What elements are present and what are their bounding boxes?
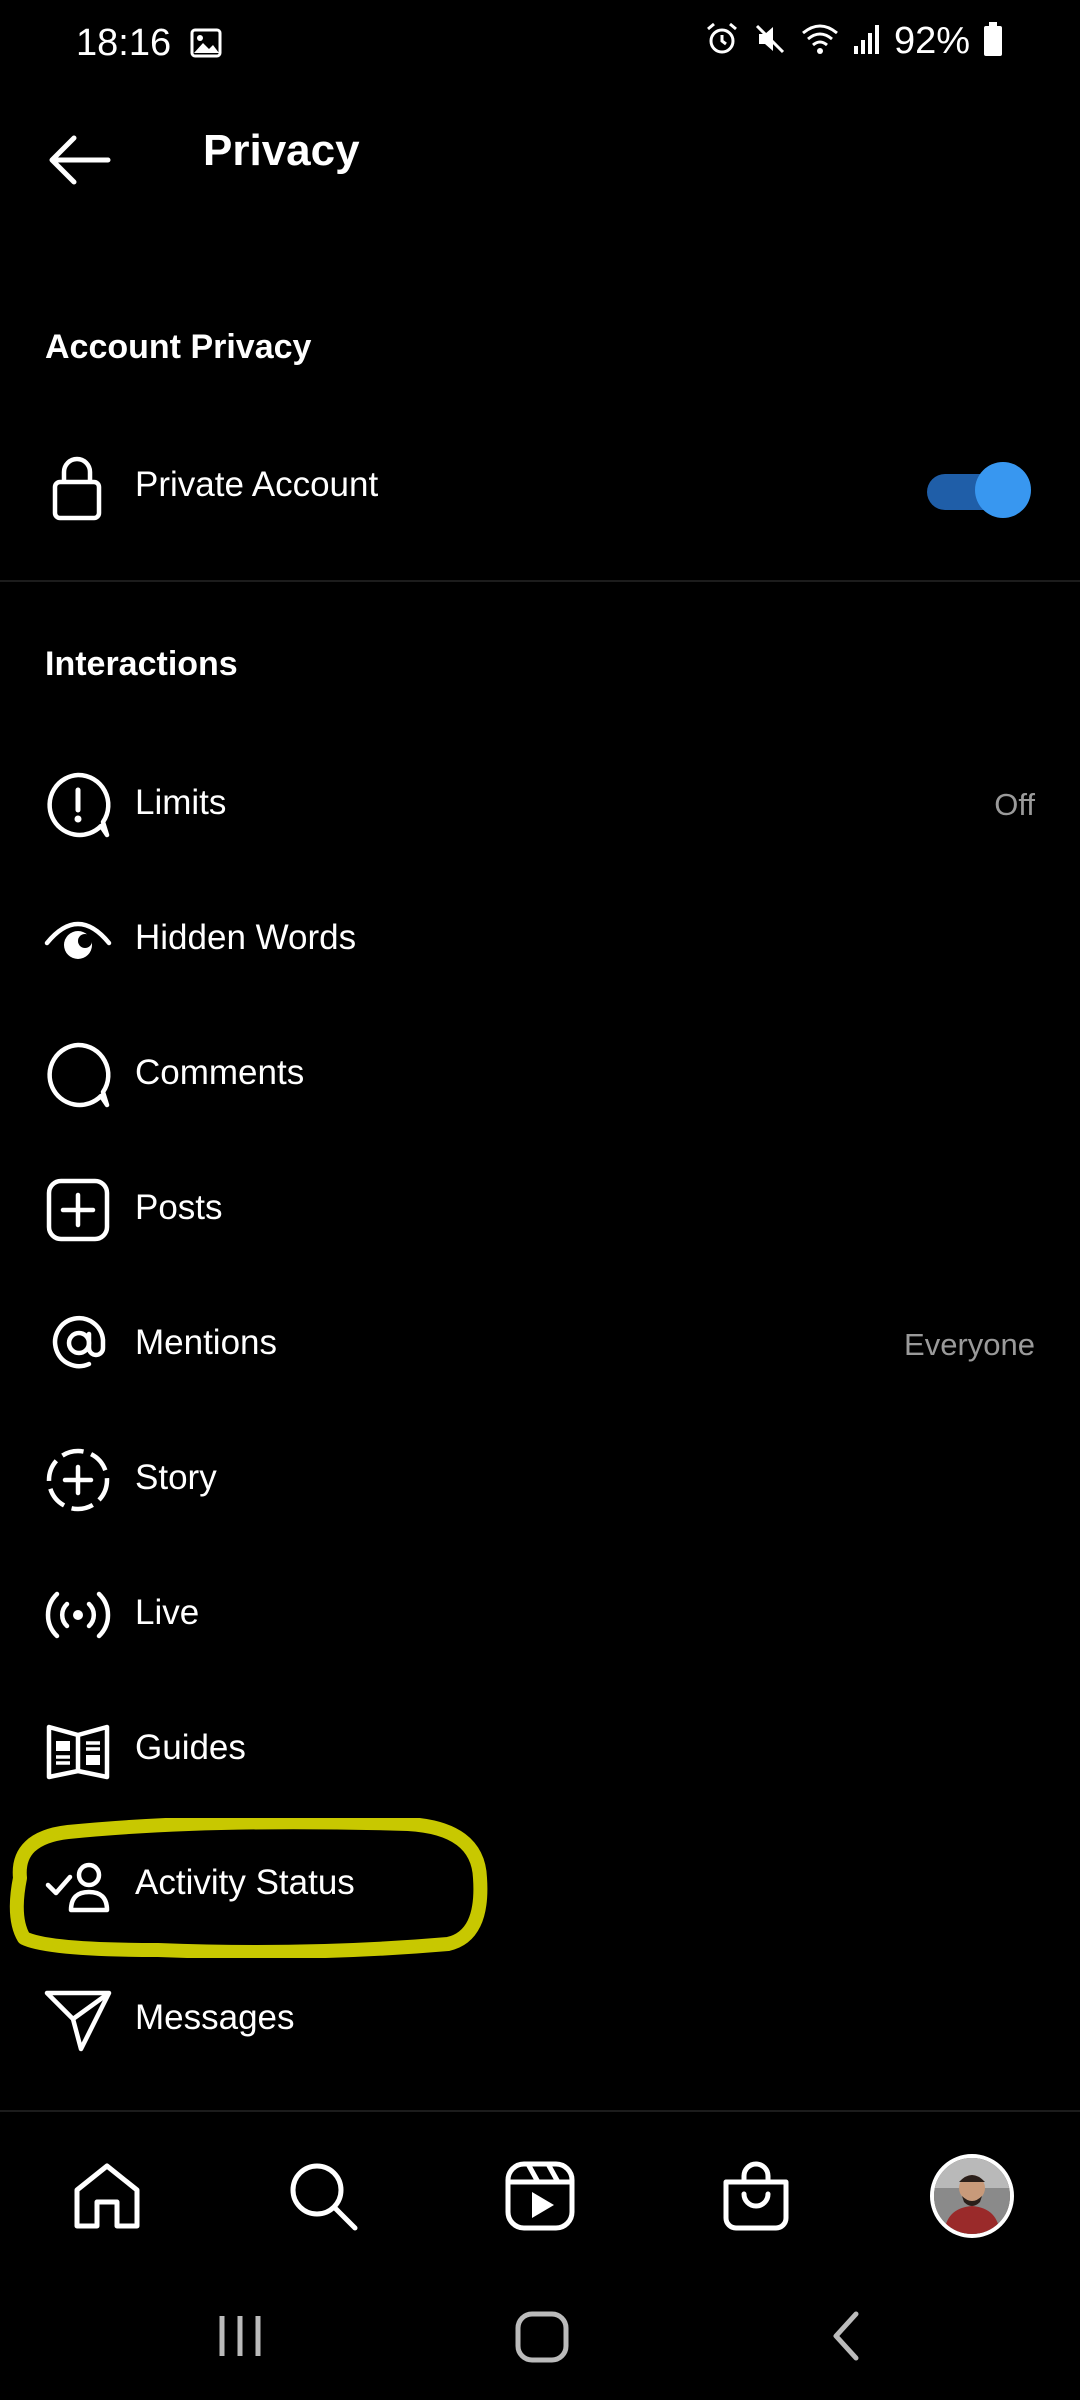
back-arrow-icon[interactable] [44, 130, 114, 190]
posts-label: Posts [135, 1188, 223, 1227]
live-row[interactable]: Live [0, 1548, 1080, 1683]
mentions-label: Mentions [135, 1323, 278, 1362]
story-label: Story [135, 1458, 217, 1497]
recent-apps-icon[interactable] [216, 2306, 264, 2371]
bottom-nav [0, 2112, 1080, 2272]
mute-icon [752, 21, 788, 62]
search-icon[interactable] [285, 2158, 361, 2234]
status-bar: 18:16 92% [0, 0, 1080, 92]
section-title-interactions: Interactions [45, 645, 238, 683]
reels-icon[interactable] [502, 2158, 578, 2234]
divider [0, 580, 1080, 582]
mentions-value: Everyone [904, 1327, 1035, 1362]
hidden-words-label: Hidden Words [135, 918, 357, 957]
private-account-row[interactable]: Private Account [0, 420, 1080, 555]
limits-label: Limits [135, 783, 227, 822]
comments-label: Comments [135, 1053, 305, 1092]
activity-status-icon [43, 1850, 113, 1920]
mentions-row[interactable]: Mentions Everyone [0, 1278, 1080, 1413]
lock-icon [43, 452, 113, 522]
comments-row[interactable]: Comments [0, 1008, 1080, 1143]
gallery-notification-icon [190, 28, 222, 63]
page-title: Privacy [203, 126, 360, 175]
shop-icon[interactable] [718, 2158, 794, 2234]
status-icons: 92% [704, 20, 1004, 63]
profile-avatar[interactable] [930, 2154, 1014, 2238]
signal-icon [852, 22, 882, 61]
plus-square-icon [43, 1175, 113, 1245]
guides-row[interactable]: Guides [0, 1683, 1080, 1818]
live-icon [43, 1580, 113, 1650]
alarm-icon [704, 21, 740, 62]
hidden-words-row[interactable]: Hidden Words [0, 873, 1080, 1008]
back-button-icon[interactable] [826, 2306, 866, 2371]
private-account-toggle[interactable] [921, 462, 1031, 518]
activity-status-row[interactable]: Activity Status [0, 1818, 1080, 1953]
guides-icon [43, 1715, 113, 1785]
battery-icon [982, 21, 1004, 62]
toggle-knob [975, 462, 1031, 518]
messages-label: Messages [135, 1998, 295, 2037]
battery-percentage: 92% [893, 20, 970, 62]
header: Privacy [0, 92, 1080, 222]
messages-row[interactable]: Messages [0, 1953, 1080, 2088]
hidden-words-icon [43, 905, 113, 975]
system-nav-bar [0, 2272, 1080, 2400]
limits-value: Off [994, 787, 1035, 822]
limits-icon [43, 770, 113, 840]
live-label: Live [135, 1593, 200, 1632]
private-account-label: Private Account [135, 465, 379, 504]
guides-label: Guides [135, 1728, 246, 1767]
story-row[interactable]: Story [0, 1413, 1080, 1548]
activity-status-label: Activity Status [135, 1863, 355, 1902]
home-button-icon[interactable] [514, 2306, 570, 2371]
send-icon [43, 1985, 113, 2055]
status-time: 18:16 [76, 22, 172, 64]
section-title-account-privacy: Account Privacy [45, 328, 312, 366]
posts-row[interactable]: Posts [0, 1143, 1080, 1278]
comment-icon [43, 1040, 113, 1110]
limits-row[interactable]: Limits Off [0, 738, 1080, 873]
home-icon[interactable] [69, 2158, 145, 2234]
story-add-icon [43, 1445, 113, 1515]
at-sign-icon [43, 1310, 113, 1380]
wifi-icon [800, 21, 840, 62]
